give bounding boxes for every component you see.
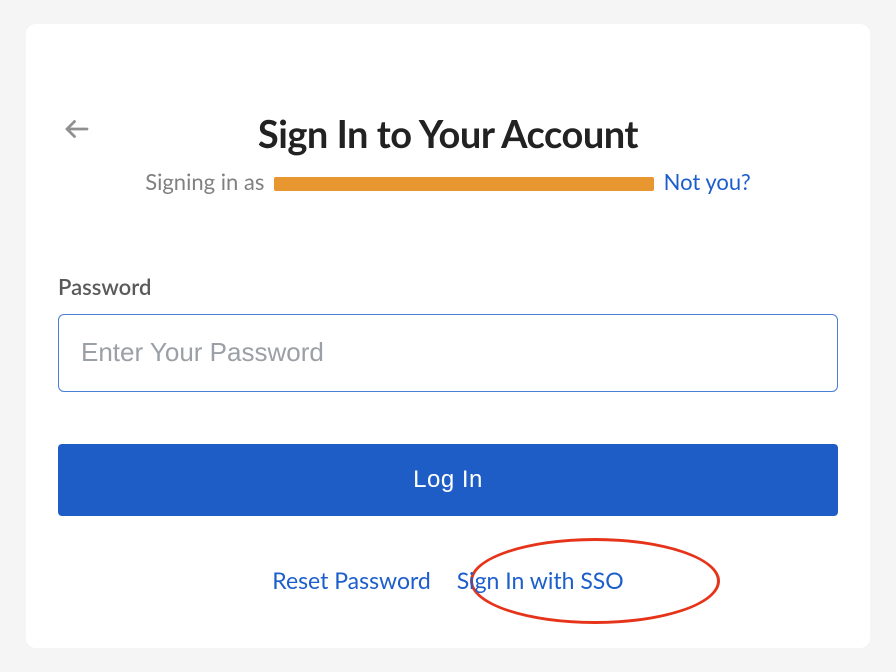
redacted-email: [274, 177, 654, 191]
signing-in-as-label: Signing in as: [145, 168, 264, 195]
password-form: Password Log In Reset Password Sign In w…: [58, 273, 838, 594]
reset-password-link[interactable]: Reset Password: [272, 566, 431, 594]
sign-in-sso-link[interactable]: Sign In with SSO: [457, 566, 624, 594]
signin-card: Sign In to Your Account Signing in as No…: [26, 24, 870, 648]
signing-in-as-line: Signing in as Not you?: [58, 168, 838, 195]
page-title: Sign In to Your Account: [58, 114, 838, 156]
not-you-link[interactable]: Not you?: [664, 168, 751, 195]
back-arrow-icon[interactable]: [62, 114, 92, 144]
password-field[interactable]: [58, 314, 838, 392]
signin-header: Sign In to Your Account: [58, 114, 838, 156]
login-button[interactable]: Log In: [58, 444, 838, 516]
password-label: Password: [58, 273, 838, 300]
secondary-links: Reset Password Sign In with SSO: [58, 566, 838, 594]
